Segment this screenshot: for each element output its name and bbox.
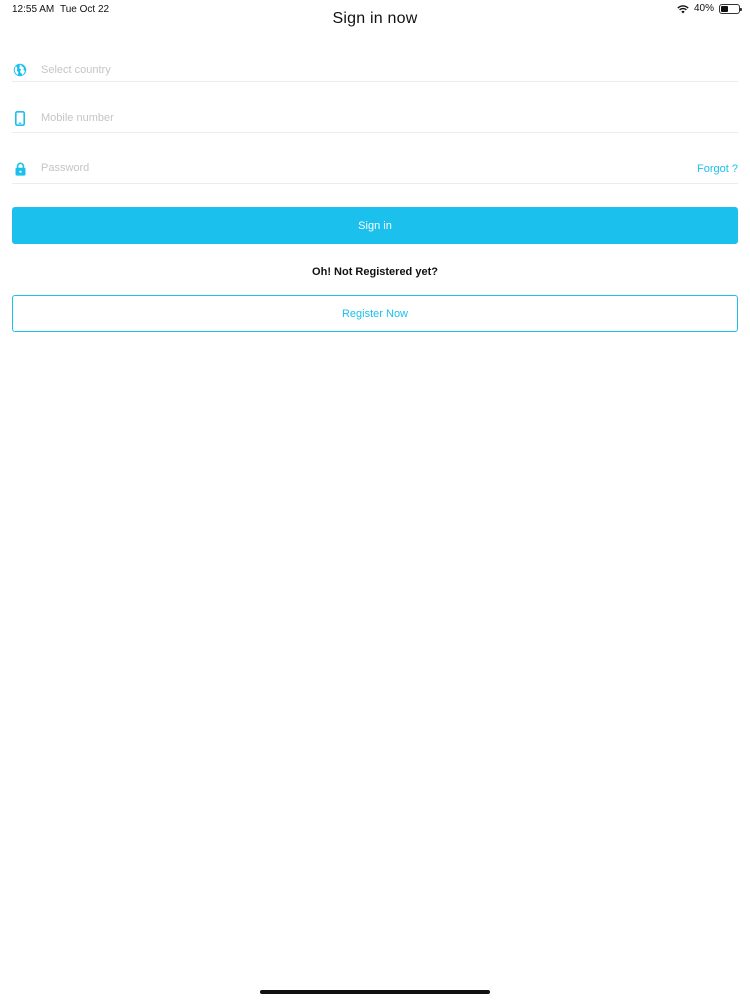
password-input[interactable] — [41, 158, 678, 178]
register-now-button[interactable]: Register Now — [12, 295, 738, 332]
mobile-field-row[interactable] — [12, 83, 738, 133]
page-title: Sign in now — [332, 10, 418, 27]
globe-icon — [12, 62, 28, 78]
phone-icon — [12, 110, 28, 126]
sign-in-button[interactable]: Sign in — [12, 207, 738, 244]
forgot-password-link[interactable]: Forgot ? — [697, 163, 738, 175]
lock-icon — [12, 161, 28, 177]
not-registered-text: Oh! Not Registered yet? — [312, 266, 438, 278]
password-field-row[interactable]: Forgot ? — [12, 134, 738, 184]
country-field-row[interactable] — [12, 32, 738, 82]
country-select[interactable] — [41, 60, 678, 80]
home-indicator[interactable] — [260, 990, 490, 994]
mobile-number-input[interactable] — [41, 108, 678, 128]
